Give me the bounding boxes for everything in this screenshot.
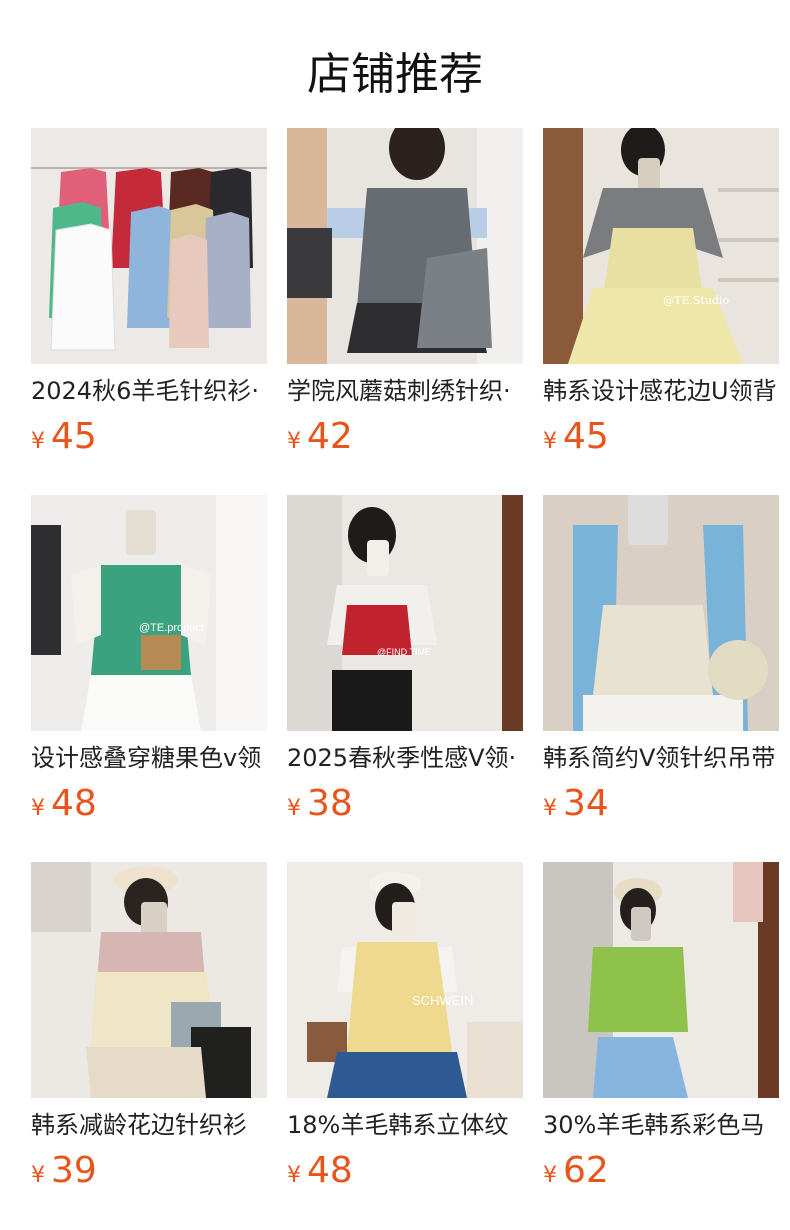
product-image[interactable]: @FIND TIME [287, 495, 523, 731]
product-name[interactable]: 设计感叠穿糖果色v领 [31, 743, 267, 773]
product-name[interactable]: 学院风蘑菇刺绣针织· [287, 376, 523, 406]
product-image[interactable] [543, 862, 779, 1098]
svg-text:@FIND TIME: @FIND TIME [377, 647, 431, 657]
product-image[interactable] [543, 495, 779, 731]
svg-text:@TE.Studio: @TE.Studio [663, 294, 729, 307]
product-grid: 2024秋6羊毛针织衫· ¥45 学院风蘑菇刺绣针织· ¥42 @TE.Stud… [0, 0, 790, 1230]
product-name[interactable]: 2024秋6羊毛针织衫· [31, 376, 267, 406]
product-image[interactable] [287, 128, 523, 364]
product-name[interactable]: 2025春秋季性感V领· [287, 743, 523, 773]
product-price: ¥39 [31, 1150, 97, 1191]
product-name[interactable]: 韩系减龄花边针织衫 [31, 1110, 267, 1140]
product-name[interactable]: 韩系简约V领针织吊带 [543, 743, 779, 773]
product-image[interactable]: @TE.product [31, 495, 267, 731]
product-image[interactable]: @TE.Studio [543, 128, 779, 364]
product-price: ¥48 [31, 783, 97, 824]
product-price: ¥62 [543, 1150, 609, 1191]
svg-text:@TE.product: @TE.product [139, 622, 204, 634]
product-price: ¥48 [287, 1150, 353, 1191]
product-image[interactable]: SCHWEIN [287, 862, 523, 1098]
product-price: ¥38 [287, 783, 353, 824]
product-price: ¥45 [543, 416, 609, 457]
svg-text:SCHWEIN: SCHWEIN [412, 993, 473, 1008]
product-name[interactable]: 18%羊毛韩系立体纹 [287, 1110, 523, 1140]
product-price: ¥42 [287, 416, 353, 457]
product-image[interactable] [31, 128, 267, 364]
product-name[interactable]: 韩系设计感花边U领背 [543, 376, 779, 406]
product-name[interactable]: 30%羊毛韩系彩色马 [543, 1110, 779, 1140]
product-price: ¥45 [31, 416, 97, 457]
product-image[interactable] [31, 862, 267, 1098]
product-price: ¥34 [543, 783, 609, 824]
